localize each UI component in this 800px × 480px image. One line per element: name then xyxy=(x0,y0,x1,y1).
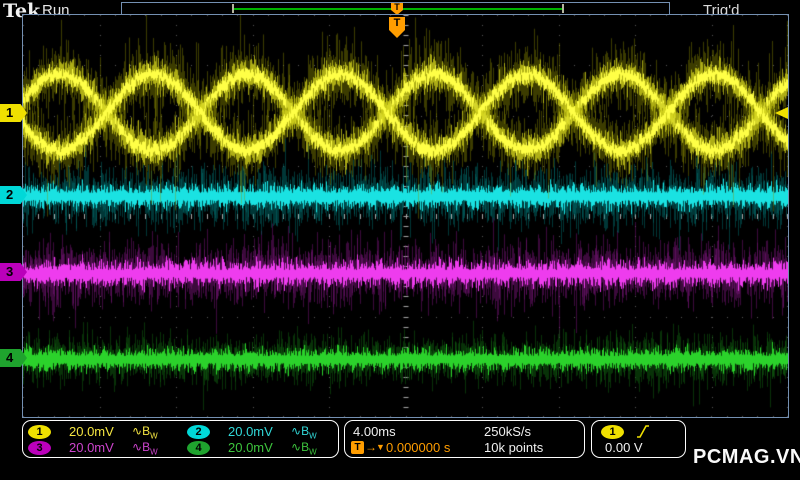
trigger-source-badge: 1 xyxy=(601,425,624,439)
horizontal-position: 0.000000 s xyxy=(386,440,451,455)
down-marker-icon: ▼ xyxy=(376,442,385,452)
horizontal-readout-box: 4.00ms 250kS/s T → ▼ 0.000000 s 10k poin… xyxy=(344,420,585,458)
horizontal-scale: 4.00ms xyxy=(353,424,396,439)
channel-2-coupling-bw-icon: ∿BW xyxy=(291,424,317,441)
channel-1-scale: 20.0mV xyxy=(69,424,114,439)
record-window-right-bracket xyxy=(562,4,564,13)
watermark: PCMAG.VN xyxy=(693,446,800,468)
channel-3-scale: 20.0mV xyxy=(69,440,114,455)
channel-1-coupling-bw-icon: ∿BW xyxy=(132,424,158,441)
record-length: 10k points xyxy=(484,440,544,455)
channel-2-badge: 2 xyxy=(187,425,210,439)
channel-3-badge: 3 xyxy=(28,441,51,455)
channel-readout-box: 1 20.0mV ∿BW 2 20.0mV ∿BW 3 20.0mV ∿BW 4… xyxy=(22,420,339,458)
trigger-level-arrow-icon xyxy=(775,107,788,119)
trigger-readout-box: 1 0.00 V xyxy=(591,420,686,458)
channel-3-coupling-bw-icon: ∿BW xyxy=(132,440,158,457)
trigger-t-icon: T xyxy=(351,441,364,454)
channel-4-scale: 20.0mV xyxy=(228,440,273,455)
waveform-display xyxy=(23,15,788,417)
trigger-level: 0.00 V xyxy=(605,440,643,455)
channel-4-badge: 4 xyxy=(187,441,210,455)
channel-4-coupling-bw-icon: ∿BW xyxy=(291,440,317,457)
channel-2-scale: 20.0mV xyxy=(228,424,273,439)
sample-rate: 250kS/s xyxy=(484,424,531,439)
oscilloscope-screen: Tek Run Trig'd T 1 2 3 4 T 1 20.0mV ∿BW … xyxy=(0,0,800,480)
record-window-left-bracket xyxy=(232,4,234,13)
channel-1-badge: 1 xyxy=(28,425,51,439)
rising-edge-slope-icon xyxy=(637,425,649,438)
